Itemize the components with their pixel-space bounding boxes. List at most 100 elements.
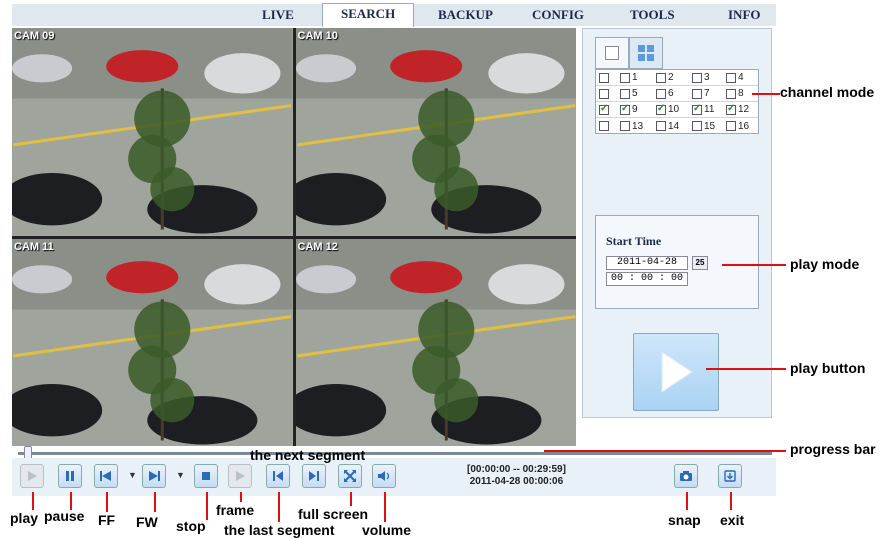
camera-view[interactable]: CAM 09 xyxy=(12,28,293,236)
annotation-volume: volume xyxy=(362,522,412,538)
tab-tools[interactable]: TOOLS xyxy=(630,7,675,23)
channel-checkbox[interactable]: 3 xyxy=(692,72,710,83)
camera-view[interactable]: CAM 11 xyxy=(12,238,293,446)
channel-checkbox[interactable]: 6 xyxy=(656,88,674,99)
annotation-line xyxy=(544,450,786,452)
volume-button[interactable] xyxy=(372,464,396,488)
start-time-title: Start Time xyxy=(606,234,662,248)
annotation-pause: pause xyxy=(44,508,85,524)
date-field[interactable]: 2011-04-28 xyxy=(606,256,688,270)
playback-controls: ▼ ▼ [00:00:00 -- 00:29:59] 2011-04-28 00… xyxy=(12,458,776,496)
channel-row: 13 14 15 16 xyxy=(596,118,758,134)
camera-feed-image xyxy=(12,28,293,236)
fast-backward-button[interactable] xyxy=(142,464,166,488)
annotation-play-button: play button xyxy=(790,360,866,376)
channel-checkbox[interactable]: 1 xyxy=(620,72,638,83)
annotation-line xyxy=(350,492,352,506)
channel-selector: 1 2 3 4 5 6 7 8 9 10 11 12 13 14 15 16 xyxy=(595,69,759,134)
calendar-button[interactable]: 25 xyxy=(692,256,708,270)
tab-info[interactable]: INFO xyxy=(728,7,761,23)
channel-checkbox[interactable]: 8 xyxy=(726,88,744,99)
channel-checkbox[interactable]: 7 xyxy=(692,88,710,99)
annotation-line xyxy=(106,492,108,512)
pause-button[interactable] xyxy=(58,464,82,488)
channel-checkbox[interactable]: 4 xyxy=(726,72,744,83)
annotation-play: play xyxy=(10,510,39,526)
camera-label: CAM 11 xyxy=(14,240,54,253)
last-segment-button[interactable] xyxy=(266,464,290,488)
annotation-line xyxy=(706,368,786,370)
frame-step-icon xyxy=(236,471,245,481)
play-icon xyxy=(661,351,693,393)
annotation-full-screen: full screen xyxy=(298,506,369,522)
forward-icon xyxy=(149,471,160,481)
camera-label: CAM 10 xyxy=(297,30,338,42)
annotation-frame: frame xyxy=(216,502,255,518)
camera-feed-image xyxy=(295,28,576,236)
top-nav: LIVE SEARCH BACKUP CONFIG TOOLS INFO xyxy=(12,3,776,27)
annotation-channel-mode: channel mode xyxy=(780,84,875,100)
channel-checkbox[interactable]: 12 xyxy=(726,103,749,115)
camera-icon xyxy=(680,471,692,481)
channel-row: 9 10 11 12 xyxy=(596,102,758,118)
annotation-line xyxy=(278,492,280,522)
annotation-progress-bar: progress bar xyxy=(790,441,876,457)
annotation-last-segment: the last segment xyxy=(224,522,335,538)
channel-checkbox[interactable]: 9 xyxy=(620,103,638,115)
annotation-line xyxy=(384,492,386,522)
annotation-stop: stop xyxy=(176,518,206,534)
play-icon xyxy=(28,471,37,481)
tab-config[interactable]: CONFIG xyxy=(532,7,584,23)
quad-view-tab[interactable] xyxy=(629,37,663,69)
annotation-next-segment: the next segment xyxy=(250,447,366,463)
fw-speed-dropdown-icon[interactable]: ▼ xyxy=(176,470,185,480)
row-select-checkbox[interactable] xyxy=(599,88,609,99)
time-field[interactable]: 00 : 00 : 00 xyxy=(606,272,688,286)
annotation-play-mode: play mode xyxy=(790,256,860,272)
search-side-panel: 1 2 3 4 5 6 7 8 9 10 11 12 13 14 15 16 S… xyxy=(582,28,772,418)
row-select-checkbox[interactable] xyxy=(599,72,609,83)
channel-checkbox[interactable]: 5 xyxy=(620,88,638,99)
annotation-snap: snap xyxy=(668,512,701,528)
previous-segment-icon xyxy=(273,471,283,481)
pause-icon xyxy=(66,471,74,481)
exit-button[interactable] xyxy=(718,464,742,488)
annotation-line xyxy=(686,492,688,510)
channel-checkbox[interactable]: 2 xyxy=(656,72,674,83)
quad-window-icon xyxy=(638,45,654,61)
camera-feed-image xyxy=(12,238,293,446)
frame-button[interactable] xyxy=(228,464,252,488)
channel-checkbox[interactable]: 11 xyxy=(692,103,714,115)
channel-checkbox[interactable]: 13 xyxy=(620,121,643,132)
progress-bar[interactable] xyxy=(18,452,772,455)
rewind-icon xyxy=(100,471,111,481)
row-select-checkbox[interactable] xyxy=(599,121,609,131)
channel-checkbox[interactable]: 14 xyxy=(656,121,679,132)
next-segment-button[interactable] xyxy=(302,464,326,488)
video-grid[interactable]: CAM 09 CAM 10 CAM 11 CAM 12 xyxy=(12,28,576,446)
fullscreen-icon xyxy=(344,470,356,482)
annotation-exit: exit xyxy=(720,512,745,528)
channel-checkbox[interactable]: 10 xyxy=(656,103,679,115)
fast-forward-button[interactable] xyxy=(94,464,118,488)
full-screen-button[interactable] xyxy=(338,464,362,488)
channel-checkbox[interactable]: 16 xyxy=(726,121,749,132)
play-control-button[interactable] xyxy=(20,464,44,488)
view-mode-tabs xyxy=(595,37,665,69)
snap-button[interactable] xyxy=(674,464,698,488)
annotation-fw: FW xyxy=(136,514,158,530)
tab-search[interactable]: SEARCH xyxy=(322,3,415,27)
camera-view[interactable]: CAM 10 xyxy=(295,28,576,236)
tab-live[interactable]: LIVE xyxy=(262,7,294,23)
camera-view[interactable]: CAM 12 xyxy=(295,238,576,446)
single-view-tab[interactable] xyxy=(595,37,629,69)
ff-speed-dropdown-icon[interactable]: ▼ xyxy=(128,470,137,480)
row-select-checkbox[interactable] xyxy=(599,103,609,115)
annotation-line xyxy=(32,492,34,510)
tab-backup[interactable]: BACKUP xyxy=(438,7,493,23)
single-window-icon xyxy=(605,46,619,60)
stop-button[interactable] xyxy=(194,464,218,488)
channel-checkbox[interactable]: 15 xyxy=(692,121,715,132)
start-time-panel: Start Time 2011-04-28 25 00 : 00 : 00 xyxy=(595,215,759,309)
play-button-large[interactable] xyxy=(633,333,719,411)
